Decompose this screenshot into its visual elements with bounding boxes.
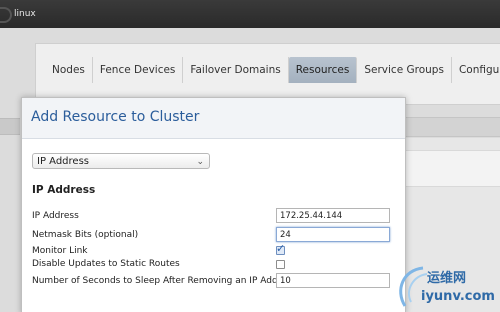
netmask-label: Netmask Bits (optional) <box>32 230 139 240</box>
add-resource-dialog: Add Resource to Cluster IP Address ⌄ IP … <box>21 97 406 312</box>
tab-service-groups[interactable]: Service Groups <box>357 57 452 83</box>
tab-configure[interactable]: Configure <box>452 57 500 83</box>
watermark: 运维网 iyunv.com <box>393 262 500 312</box>
disable-updates-label: Disable Updates to Static Routes <box>32 259 180 269</box>
ip-address-input[interactable] <box>276 208 390 223</box>
watermark-cn-text: 运维网 <box>427 271 467 286</box>
ip-address-label: IP Address <box>32 211 79 221</box>
title-bar: linux <box>0 0 500 28</box>
tab-bar: Nodes Fence Devices Failover Domains Res… <box>45 57 500 83</box>
sleep-seconds-label: Number of Seconds to Sleep After Removin… <box>32 276 297 286</box>
dialog-header: Add Resource to Cluster <box>22 98 405 139</box>
disable-updates-checkbox[interactable] <box>276 260 285 269</box>
tab-failover-domains[interactable]: Failover Domains <box>183 57 289 83</box>
monitor-link-label: Monitor Link <box>32 246 88 256</box>
app-icon <box>0 7 12 23</box>
section-title: IP Address <box>32 184 96 196</box>
watermark-url-text: iyunv.com <box>421 289 495 304</box>
screen: linux Nodes Fence Devices Failover Domai… <box>0 0 500 312</box>
monitor-link-checkbox[interactable]: ✓ <box>276 242 285 255</box>
checkmark-icon: ✓ <box>276 242 286 255</box>
netmask-input[interactable] <box>276 227 390 242</box>
left-nav-item[interactable] <box>0 118 20 135</box>
background-row <box>403 150 500 187</box>
tab-fence-devices[interactable]: Fence Devices <box>93 57 184 83</box>
resource-type-value: IP Address <box>37 156 89 167</box>
sleep-seconds-input[interactable] <box>276 273 390 288</box>
background-header-band <box>403 117 500 137</box>
window-title: linux <box>14 9 36 19</box>
chevron-down-icon: ⌄ <box>196 157 204 167</box>
dialog-title: Add Resource to Cluster <box>31 109 200 125</box>
resource-type-select[interactable]: IP Address ⌄ <box>32 153 210 169</box>
tab-nodes[interactable]: Nodes <box>45 57 93 83</box>
tab-resources[interactable]: Resources <box>288 57 358 83</box>
